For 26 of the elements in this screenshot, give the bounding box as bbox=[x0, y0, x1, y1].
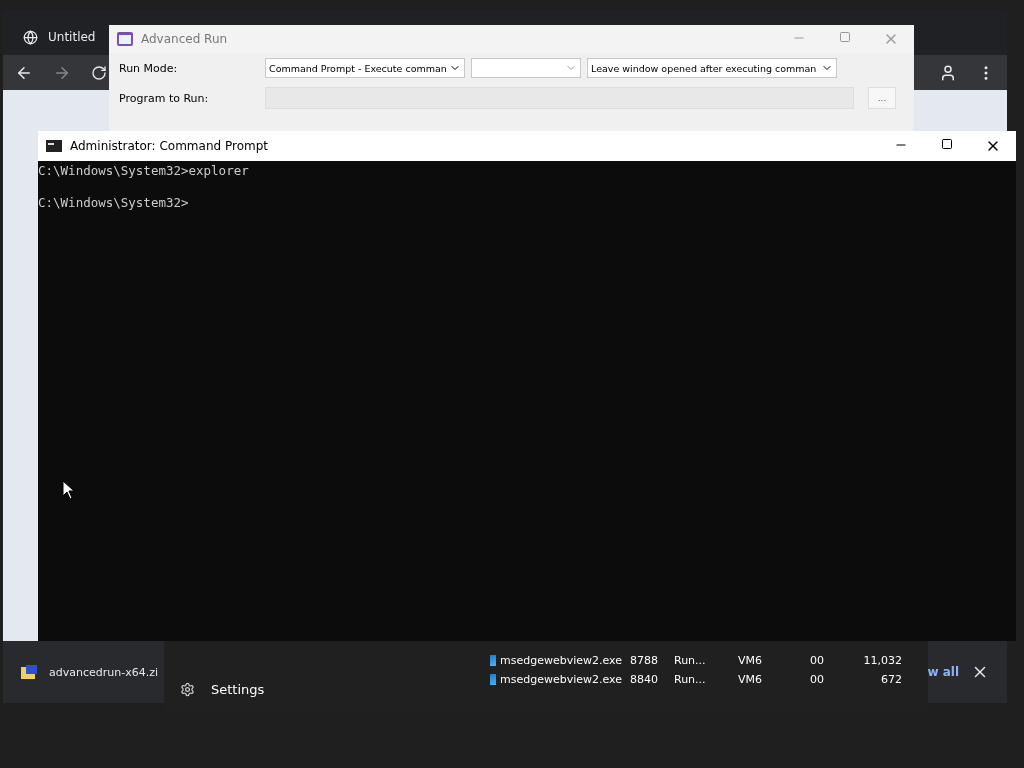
window-title: Administrator: Command Prompt bbox=[70, 139, 268, 153]
download-item[interactable]: advancedrun-x64.zi bbox=[49, 665, 158, 679]
show-all-link[interactable]: w all bbox=[927, 665, 959, 679]
cursor-icon bbox=[62, 480, 76, 500]
browser-tab[interactable]: Untitled bbox=[11, 19, 108, 55]
gear-icon bbox=[180, 681, 195, 697]
window-title: Advanced Run bbox=[141, 32, 228, 46]
window-option-dropdown[interactable]: Leave window opened after executing comman bbox=[587, 58, 837, 78]
app-icon bbox=[117, 32, 133, 46]
reload-icon[interactable] bbox=[91, 64, 107, 81]
run-mode-dropdown[interactable]: Command Prompt - Execute comman bbox=[265, 58, 465, 78]
console-icon bbox=[46, 140, 62, 152]
maximize-icon[interactable] bbox=[941, 138, 953, 150]
console-line: C:\Windows\System32> bbox=[38, 195, 190, 211]
process-icon bbox=[490, 673, 496, 685]
browse-button[interactable]: ... bbox=[868, 87, 896, 109]
console-line: C:\Windows\System32>explorer bbox=[38, 163, 250, 179]
process-row[interactable]: msedgewebview2.exe 8788 Run... VM6 00 11,032 bbox=[486, 651, 906, 669]
globe-icon bbox=[23, 29, 38, 45]
settings-item[interactable]: Settings bbox=[164, 669, 454, 709]
field-label: Program to Run: bbox=[119, 91, 210, 105]
process-row[interactable]: msedgewebview2.exe 8840 Run... VM6 00 672 bbox=[486, 670, 906, 688]
profile-icon[interactable] bbox=[939, 63, 957, 82]
process-icon bbox=[490, 654, 496, 666]
field-label: Run Mode: bbox=[119, 61, 179, 75]
zip-file-icon bbox=[21, 665, 37, 679]
